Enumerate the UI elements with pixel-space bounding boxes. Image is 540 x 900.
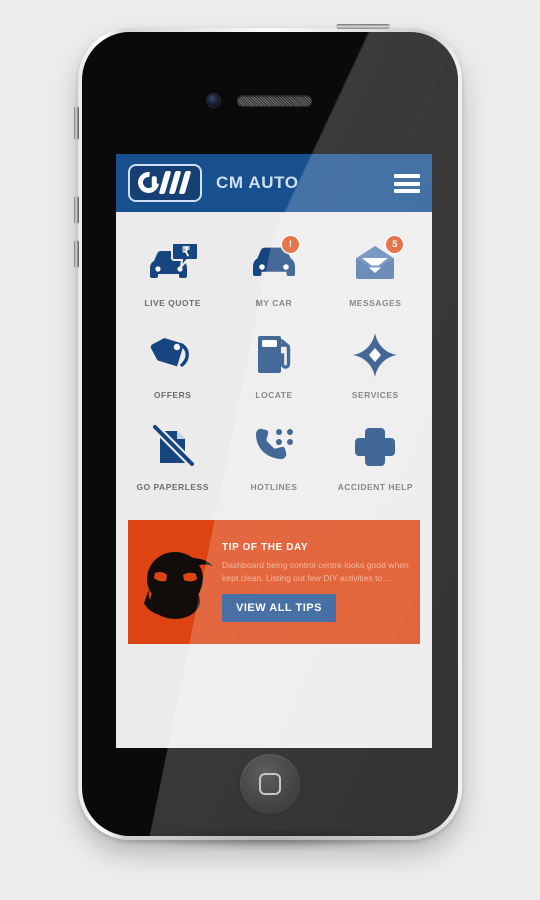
phone-body: CM AUTO ₹ LIVE QUOTE ! MY CAR 5 MESSAGES… — [82, 32, 458, 836]
view-all-tips-button[interactable]: VIEW ALL TIPS — [222, 593, 336, 622]
volume-up-button[interactable] — [74, 196, 79, 224]
hamburger-menu-icon[interactable] — [394, 174, 420, 193]
app-header: CM AUTO — [116, 154, 432, 212]
tip-title: TIP OF THE DAY — [222, 542, 309, 554]
home-square-icon — [259, 773, 281, 795]
fuel-pump-icon — [245, 330, 303, 380]
grid-row: GO PAPERLESS HOTLINES ACCIDENT HELP — [122, 414, 426, 506]
phone-device: CM AUTO ₹ LIVE QUOTE ! MY CAR 5 MESSAGES… — [74, 24, 462, 840]
device-shadow — [108, 828, 432, 850]
tip-text: Dashboard being control centre looks goo… — [222, 560, 409, 583]
price-tag-icon — [144, 330, 202, 380]
earpiece-speaker-icon — [237, 95, 312, 106]
car-icon: ! — [245, 236, 303, 288]
grid-item-go-paperless[interactable]: GO PAPERLESS — [122, 414, 223, 506]
grid-item-services[interactable]: SERVICES — [325, 322, 426, 414]
tip-of-the-day-card: TIP OF THE DAY Dashboard being control c… — [128, 520, 420, 644]
grid-item-label: GO PAPERLESS — [136, 482, 209, 492]
grid-item-label: HOTLINES — [250, 482, 298, 492]
svg-text:₹: ₹ — [182, 244, 191, 259]
status-badge: ! — [281, 236, 299, 253]
grid-item-live-quote[interactable]: ₹ LIVE QUOTE — [122, 230, 223, 322]
app-title: CM AUTO — [216, 173, 299, 192]
envelope-icon: 5 — [346, 236, 404, 288]
car-quote-icon: ₹ — [144, 238, 202, 288]
home-button[interactable] — [240, 754, 300, 814]
dashboard-icon-grid: ₹ LIVE QUOTE ! MY CAR 5 MESSAGES OFFERS … — [116, 212, 432, 510]
mute-switch[interactable] — [74, 106, 79, 140]
grid-item-offers[interactable]: OFFERS — [122, 322, 223, 414]
volume-down-button[interactable] — [74, 240, 79, 268]
grid-item-label: ACCIDENT HELP — [337, 482, 414, 492]
tip-body: TIP OF THE DAY Dashboard being control c… — [220, 542, 410, 622]
grid-item-label: LIVE QUOTE — [144, 298, 201, 308]
grid-item-label: OFFERS — [153, 390, 192, 400]
phone-screen: CM AUTO ₹ LIVE QUOTE ! MY CAR 5 MESSAGES… — [116, 154, 432, 748]
grid-row: ₹ LIVE QUOTE ! MY CAR 5 MESSAGES — [122, 230, 426, 322]
grid-item-label: MESSAGES — [349, 298, 402, 308]
grid-item-label: LOCATE — [255, 390, 293, 400]
document-slash-icon — [144, 422, 202, 472]
grid-item-my-car[interactable]: ! MY CAR — [223, 230, 324, 322]
phone-dots-icon — [245, 422, 303, 472]
ninja-mascot-icon — [134, 539, 220, 625]
grid-item-hotlines[interactable]: HOTLINES — [223, 414, 324, 506]
grid-item-label: SERVICES — [351, 390, 399, 400]
compass-star-icon — [346, 330, 404, 380]
power-button[interactable] — [336, 24, 390, 29]
grid-item-locate[interactable]: LOCATE — [223, 322, 324, 414]
cm-auto-logo-icon[interactable] — [128, 164, 202, 202]
unread-count-badge: 5 — [386, 236, 404, 253]
medical-cross-icon — [346, 422, 404, 472]
front-camera-icon — [207, 94, 220, 107]
grid-item-accident-help[interactable]: ACCIDENT HELP — [325, 414, 426, 506]
grid-row: OFFERS LOCATE SERVICES — [122, 322, 426, 414]
grid-item-messages[interactable]: 5 MESSAGES — [325, 230, 426, 322]
grid-item-label: MY CAR — [255, 298, 293, 308]
